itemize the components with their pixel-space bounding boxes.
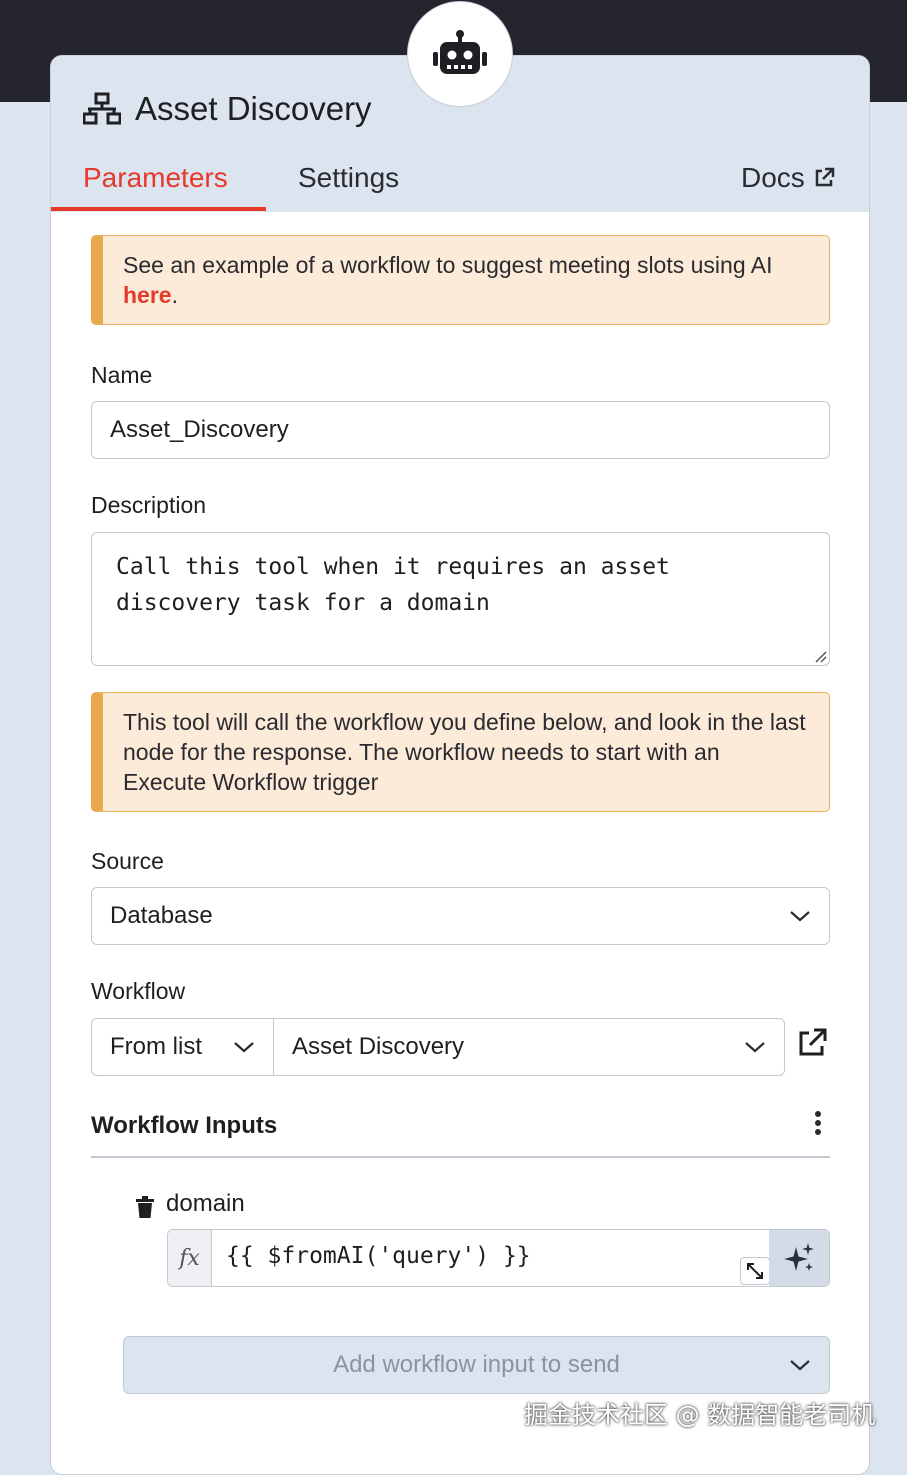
add-workflow-input-select[interactable]: Add workflow input to send	[123, 1336, 830, 1394]
name-value: Asset_Discovery	[110, 416, 289, 443]
add-workflow-input-label: Add workflow input to send	[333, 1351, 620, 1378]
node-title[interactable]: Asset Discovery	[135, 90, 372, 128]
description-value: Call this tool when it requires an asset…	[116, 554, 670, 616]
robot-icon	[433, 30, 487, 74]
fx-label: fx	[168, 1230, 212, 1286]
expression-input[interactable]: fx {{ $fromAI('query') }}	[167, 1229, 830, 1287]
sparkles-icon	[784, 1243, 814, 1271]
network-tree-icon	[83, 92, 121, 125]
tab-parameters[interactable]: Parameters	[83, 162, 228, 194]
resize-grip-icon[interactable]	[813, 649, 827, 663]
workflow-inputs-heading: Workflow Inputs	[91, 1112, 278, 1139]
tab-settings[interactable]: Settings	[298, 162, 399, 194]
source-value: Database	[110, 902, 213, 929]
input-param-name: domain	[166, 1190, 245, 1217]
workflow-mode-select[interactable]: From list	[91, 1018, 274, 1076]
more-options-icon[interactable]	[813, 1110, 823, 1138]
name-label: Name	[91, 362, 153, 388]
external-link-icon	[815, 167, 835, 187]
chevron-down-icon	[790, 1360, 810, 1371]
node-type-badge	[407, 1, 513, 107]
inputs-divider	[91, 1156, 830, 1158]
active-tab-indicator	[51, 207, 266, 211]
workflow-info-text: This tool will call the workflow you def…	[123, 709, 806, 795]
source-select[interactable]: Database	[91, 887, 830, 945]
workflow-info-notice: This tool will call the workflow you def…	[91, 692, 830, 812]
source-label: Source	[91, 848, 164, 874]
trash-icon[interactable]	[135, 1196, 155, 1218]
workflow-value: Asset Discovery	[292, 1033, 465, 1060]
workflow-value-select[interactable]: Asset Discovery	[274, 1018, 785, 1076]
node-title-row: Asset Discovery	[83, 90, 372, 128]
description-textarea[interactable]: Call this tool when it requires an asset…	[91, 532, 830, 666]
expand-icon	[747, 1263, 763, 1279]
expand-editor-button[interactable]	[740, 1257, 770, 1285]
chevron-down-icon	[790, 911, 810, 922]
name-input[interactable]: Asset_Discovery	[91, 401, 830, 459]
example-notice: See an example of a workflow to suggest …	[91, 235, 830, 325]
node-settings-panel: Asset Discovery Parameters Settings Docs…	[50, 55, 870, 1475]
workflow-selector: From list Asset Discovery	[91, 1018, 785, 1076]
docs-link[interactable]: Docs	[741, 162, 835, 194]
chevron-down-icon	[745, 1042, 765, 1053]
docs-label: Docs	[741, 162, 805, 193]
expression-value: {{ $fromAI('query') }}	[226, 1243, 531, 1269]
description-label: Description	[91, 492, 207, 518]
workflow-label: Workflow	[91, 978, 186, 1004]
notice-text-end: .	[171, 282, 178, 308]
ai-assist-button[interactable]	[769, 1230, 829, 1286]
chevron-down-icon	[234, 1042, 254, 1053]
watermark: 掘金技术社区 @ 数据智能老司机	[524, 1401, 876, 1429]
notice-here-link[interactable]: here	[123, 282, 172, 308]
workflow-mode-value: From list	[110, 1033, 202, 1060]
notice-text: See an example of a workflow to suggest …	[123, 252, 773, 278]
open-workflow-icon[interactable]	[797, 1028, 827, 1058]
